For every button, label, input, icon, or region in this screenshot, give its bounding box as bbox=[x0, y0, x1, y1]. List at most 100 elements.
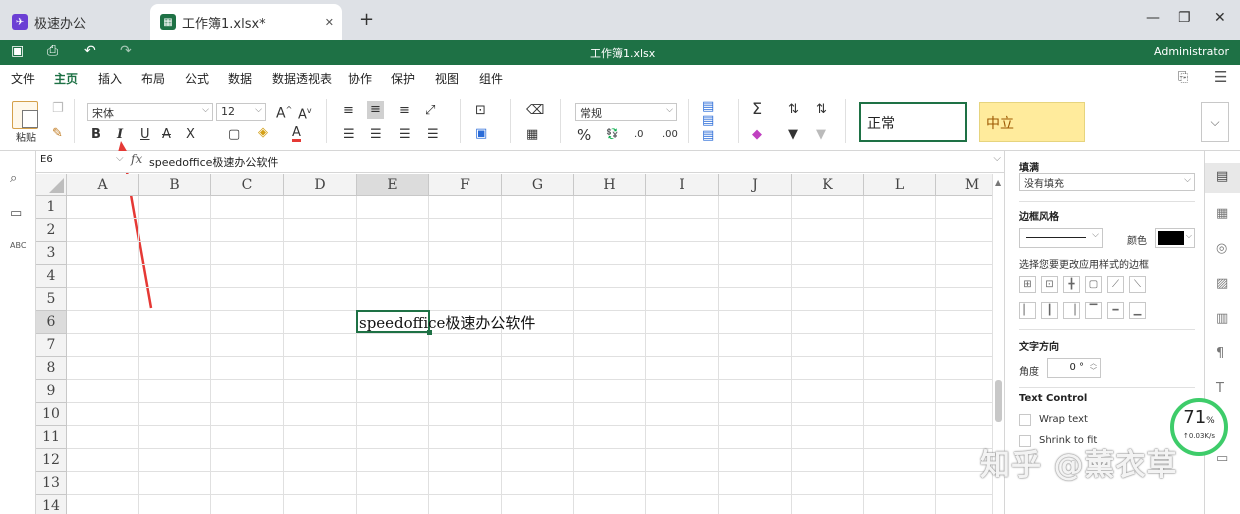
grid-row-line bbox=[67, 402, 992, 403]
row-header-9[interactable]: 9 bbox=[36, 380, 67, 403]
chevron-down-icon: ⌵ bbox=[1092, 230, 1099, 240]
chart-settings-icon[interactable]: ▥ bbox=[1216, 311, 1228, 326]
border-color-picker[interactable]: ⌵ bbox=[1155, 228, 1195, 248]
scroll-thumb[interactable] bbox=[995, 380, 1002, 422]
outer-border-icon[interactable]: ▢ bbox=[1085, 276, 1102, 293]
column-header-c[interactable]: C bbox=[211, 174, 284, 196]
grid-column-line bbox=[501, 196, 502, 514]
row-header-5[interactable]: 5 bbox=[36, 288, 67, 311]
paragraph-icon[interactable]: ¶ bbox=[1216, 346, 1224, 361]
bottom-border-icon[interactable]: ▁ bbox=[1129, 302, 1146, 319]
inner-horizontal-icon[interactable]: ━ bbox=[1107, 302, 1124, 319]
percent-value: 71 bbox=[1183, 407, 1207, 428]
row-header-3[interactable]: 3 bbox=[36, 242, 67, 265]
grid-column-line bbox=[573, 196, 574, 514]
all-borders-icon[interactable]: ⊞ bbox=[1019, 276, 1036, 293]
border-line-select[interactable]: ⌵ bbox=[1019, 228, 1103, 248]
column-header-j[interactable]: J bbox=[719, 174, 792, 196]
row-header-14[interactable]: 14 bbox=[36, 495, 67, 514]
expand-formula-icon[interactable]: ⌵ bbox=[993, 153, 1001, 164]
column-header-b[interactable]: B bbox=[139, 174, 211, 196]
grid-row-line bbox=[67, 287, 992, 288]
grid-row-line bbox=[67, 356, 992, 357]
column-header-i[interactable]: I bbox=[646, 174, 719, 196]
grid-row-line bbox=[67, 264, 992, 265]
column-header-g[interactable]: G bbox=[502, 174, 574, 196]
right-border-icon[interactable]: ▕ bbox=[1063, 302, 1080, 319]
top-border-icon[interactable]: ▔ bbox=[1085, 302, 1102, 319]
fx-icon[interactable]: fx bbox=[131, 152, 142, 166]
wrap-text-checkbox[interactable] bbox=[1019, 414, 1031, 426]
grid-row-line bbox=[67, 471, 992, 472]
color-label: 颜色 bbox=[1127, 236, 1147, 247]
row-header-8[interactable]: 8 bbox=[36, 357, 67, 380]
cell-settings-icon[interactable]: ▤ bbox=[1216, 169, 1228, 184]
search-icon[interactable]: ⌕ bbox=[10, 171, 17, 186]
grid-column-line bbox=[138, 196, 139, 514]
row-header-12[interactable]: 12 bbox=[36, 449, 67, 472]
column-header-e[interactable]: E bbox=[357, 174, 429, 196]
grid-row-line bbox=[67, 494, 992, 495]
chevron-down-icon[interactable]: ⌵ bbox=[116, 153, 124, 164]
image-settings-icon[interactable]: ▨ bbox=[1216, 276, 1228, 291]
column-header-m[interactable]: M bbox=[936, 174, 992, 196]
spreadsheet-grid[interactable]: ABCDEFGHIJKLM 1 2 3 4 5 6 7 8 9 10 11 12 13 14 speedo… bbox=[36, 174, 992, 514]
spellcheck-icon[interactable]: ABC bbox=[10, 241, 26, 250]
row-header-1[interactable]: 1 bbox=[36, 196, 67, 219]
inner-borders-icon[interactable]: ⊡ bbox=[1041, 276, 1058, 293]
column-header-a[interactable]: A bbox=[67, 174, 139, 196]
select-all-corner[interactable] bbox=[36, 174, 67, 196]
diagonal-down-icon[interactable]: ⟍ bbox=[1129, 276, 1146, 293]
grid-row-line bbox=[67, 425, 992, 426]
fill-select[interactable]: 没有填充 ⌵ bbox=[1019, 173, 1195, 191]
comment-icon[interactable]: ▭ bbox=[10, 206, 22, 221]
fill-value: 没有填充 bbox=[1024, 179, 1064, 190]
grid-column-line bbox=[718, 196, 719, 514]
row-header-7[interactable]: 7 bbox=[36, 334, 67, 357]
column-header-h[interactable]: H bbox=[574, 174, 646, 196]
text-control-title: Text Control bbox=[1019, 393, 1088, 404]
scroll-up-icon[interactable]: ▲ bbox=[995, 178, 1001, 187]
row-header-13[interactable]: 13 bbox=[36, 472, 67, 495]
inside-cross-icon[interactable]: ╋ bbox=[1063, 276, 1080, 293]
angle-value: 0 ° bbox=[1069, 362, 1084, 373]
shape-settings-icon[interactable]: ◎ bbox=[1216, 241, 1227, 256]
speed-rate: ↑0.03K/s bbox=[1182, 432, 1216, 440]
grid-column-line bbox=[210, 196, 211, 514]
column-header-d[interactable]: D bbox=[284, 174, 357, 196]
column-header-k[interactable]: K bbox=[792, 174, 864, 196]
column-header-f[interactable]: F bbox=[429, 174, 502, 196]
row-header-10[interactable]: 10 bbox=[36, 403, 67, 426]
textart-icon[interactable]: T bbox=[1216, 381, 1224, 396]
inner-vertical-icon[interactable]: ┃ bbox=[1041, 302, 1058, 319]
diagonal-up-icon[interactable]: ⟋ bbox=[1107, 276, 1124, 293]
table-settings-icon[interactable]: ▦ bbox=[1216, 206, 1228, 221]
angle-spinner[interactable]: 0 ° ︿ ﹀ bbox=[1047, 358, 1101, 378]
comment-settings-icon[interactable]: ▭ bbox=[1216, 451, 1228, 466]
corner-triangle-icon bbox=[49, 178, 64, 193]
divider bbox=[1019, 387, 1195, 388]
formula-input[interactable]: speedoffice极速办公软件 bbox=[149, 154, 278, 170]
border-style-title: 边框风格 bbox=[1019, 212, 1059, 223]
grid-column-line bbox=[645, 196, 646, 514]
angle-label: 角度 bbox=[1019, 367, 1039, 378]
row-header-4[interactable]: 4 bbox=[36, 265, 67, 288]
network-speed-widget[interactable]: 71% ↑0.03K/s bbox=[1170, 398, 1228, 456]
text-direction-title: 文字方向 bbox=[1019, 342, 1059, 353]
row-header-2[interactable]: 2 bbox=[36, 219, 67, 242]
grid-column-line bbox=[863, 196, 864, 514]
grid-column-line bbox=[356, 196, 357, 514]
left-border-icon[interactable]: ▏ bbox=[1019, 302, 1036, 319]
column-header-l[interactable]: L bbox=[864, 174, 936, 196]
grid-row-line bbox=[67, 310, 992, 311]
grid-column-line bbox=[283, 196, 284, 514]
row-header-6[interactable]: 6 bbox=[36, 311, 67, 334]
divider bbox=[1019, 201, 1195, 202]
watermark: 知乎 @薰衣草 bbox=[980, 448, 1178, 483]
row-header-11[interactable]: 11 bbox=[36, 426, 67, 449]
left-toolbar: ⌕ ▭ ABC bbox=[0, 151, 36, 514]
cell-reference[interactable]: E6 bbox=[40, 154, 53, 165]
grid-row-line bbox=[67, 448, 992, 449]
percent-unit: % bbox=[1206, 416, 1215, 426]
grid-row-line bbox=[67, 218, 992, 219]
